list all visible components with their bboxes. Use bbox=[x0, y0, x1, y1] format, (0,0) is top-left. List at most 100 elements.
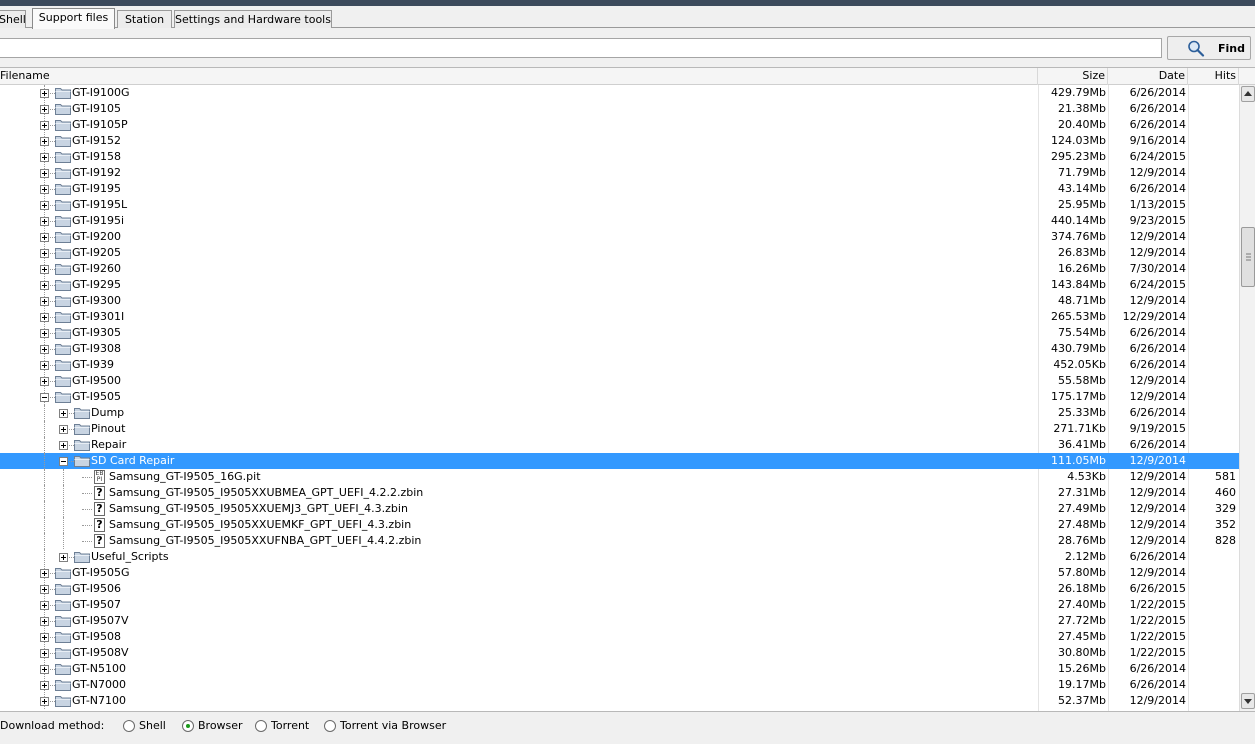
expand-icon[interactable] bbox=[40, 169, 49, 178]
tab-station[interactable]: Station bbox=[117, 10, 172, 28]
expand-icon[interactable] bbox=[40, 361, 49, 370]
expand-icon[interactable] bbox=[40, 633, 49, 642]
tree-row[interactable]: GT-I9505 175.17Mb 12/9/2014 bbox=[0, 389, 1239, 405]
tree-row[interactable]: GT-I9195L 25.95Mb 1/13/2015 bbox=[0, 197, 1239, 213]
expand-icon[interactable] bbox=[59, 425, 68, 434]
tab-shell[interactable]: Shell bbox=[0, 10, 26, 28]
tree-row[interactable]: ? Samsung_GT-I9505_I9505XXUFNBA_GPT_UEFI_… bbox=[0, 533, 1239, 549]
expand-icon[interactable] bbox=[40, 249, 49, 258]
tree-row[interactable]: GT-I9195i 440.14Mb 9/23/2015 bbox=[0, 213, 1239, 229]
expand-icon[interactable] bbox=[40, 89, 49, 98]
expand-icon[interactable] bbox=[40, 121, 49, 130]
tree-row[interactable]: GT-I9305 75.54Mb 6/26/2014 bbox=[0, 325, 1239, 341]
tree-row[interactable]: GT-I9507 27.40Mb 1/22/2015 bbox=[0, 597, 1239, 613]
tree-row[interactable]: Repair 36.41Mb 6/26/2014 bbox=[0, 437, 1239, 453]
tree-row[interactable]: EB PI Samsung_GT-I9505_16G.pit 4.53Kb 12/9/2… bbox=[0, 469, 1239, 485]
tree-row[interactable]: GT-I9205 26.83Mb 12/9/2014 bbox=[0, 245, 1239, 261]
row-filename: GT-I9308 bbox=[72, 342, 122, 355]
tree-row[interactable]: ? Samsung_GT-I9505_I9505XXUEMKF_GPT_UEFI_… bbox=[0, 517, 1239, 533]
search-input[interactable] bbox=[0, 38, 1162, 58]
collapse-icon[interactable] bbox=[40, 393, 49, 402]
column-header-filename[interactable]: Filename bbox=[0, 68, 1038, 85]
unknown-file-icon: ? bbox=[94, 502, 105, 516]
tree-row[interactable]: GT-I9105 21.38Mb 6/26/2014 bbox=[0, 101, 1239, 117]
expand-icon[interactable] bbox=[59, 409, 68, 418]
row-size: 30.80Mb bbox=[1058, 646, 1106, 659]
tree-row[interactable]: GT-I9192 71.79Mb 12/9/2014 bbox=[0, 165, 1239, 181]
tab-settings-hardware[interactable]: Settings and Hardware tools bbox=[174, 10, 332, 28]
expand-icon[interactable] bbox=[40, 233, 49, 242]
tree-row[interactable]: GT-I9195 43.14Mb 6/26/2014 bbox=[0, 181, 1239, 197]
tree-row[interactable]: GT-I9260 16.26Mb 7/30/2014 bbox=[0, 261, 1239, 277]
expand-icon[interactable] bbox=[40, 681, 49, 690]
column-header-date[interactable]: Date bbox=[1108, 68, 1188, 85]
tree-row[interactable]: GT-N7000 19.17Mb 6/26/2014 bbox=[0, 677, 1239, 693]
row-filename: GT-I9158 bbox=[72, 150, 122, 163]
tree-row[interactable]: ? Samsung_GT-I9505_I9505XXUBMEA_GPT_UEFI_… bbox=[0, 485, 1239, 501]
tree-row[interactable]: GT-I9505G 57.80Mb 12/9/2014 bbox=[0, 565, 1239, 581]
expand-icon[interactable] bbox=[40, 665, 49, 674]
tree-row[interactable]: GT-I9300 48.71Mb 12/9/2014 bbox=[0, 293, 1239, 309]
expand-icon[interactable] bbox=[40, 313, 49, 322]
tree-row[interactable]: GT-I939 452.05Kb 6/26/2014 bbox=[0, 357, 1239, 373]
find-button[interactable]: Find bbox=[1167, 36, 1251, 60]
tree-row[interactable]: GT-I9200 374.76Mb 12/9/2014 bbox=[0, 229, 1239, 245]
expand-icon[interactable] bbox=[40, 201, 49, 210]
tree-row[interactable]: SD Card Repair 111.05Mb 12/9/2014 bbox=[0, 453, 1239, 469]
column-header-hits[interactable]: Hits bbox=[1188, 68, 1239, 85]
expand-icon[interactable] bbox=[40, 697, 49, 706]
expand-icon[interactable] bbox=[40, 105, 49, 114]
expand-icon[interactable] bbox=[40, 601, 49, 610]
tree-row[interactable]: GT-N7100 52.37Mb 12/9/2014 bbox=[0, 693, 1239, 709]
expand-icon[interactable] bbox=[40, 281, 49, 290]
tree-row[interactable]: GT-I9100G 429.79Mb 6/26/2014 bbox=[0, 85, 1239, 101]
expand-icon[interactable] bbox=[40, 153, 49, 162]
expand-icon[interactable] bbox=[40, 569, 49, 578]
tree-row[interactable]: ? Samsung_GT-I9505_I9505XXUEMJ3_GPT_UEFI_… bbox=[0, 501, 1239, 517]
tree-row[interactable]: GT-I9158 295.23Mb 6/24/2015 bbox=[0, 149, 1239, 165]
tree-row[interactable]: GT-I9508V 30.80Mb 1/22/2015 bbox=[0, 645, 1239, 661]
expand-icon[interactable] bbox=[40, 297, 49, 306]
row-hits: 460 bbox=[1215, 486, 1236, 499]
tree-row[interactable]: GT-I9105P 20.40Mb 6/26/2014 bbox=[0, 117, 1239, 133]
column-header-size[interactable]: Size bbox=[1038, 68, 1108, 85]
tree-row[interactable]: Dump 25.33Mb 6/26/2014 bbox=[0, 405, 1239, 421]
expand-icon[interactable] bbox=[40, 649, 49, 658]
tree-row[interactable]: GT-I9152 124.03Mb 9/16/2014 bbox=[0, 133, 1239, 149]
vertical-scrollbar[interactable] bbox=[1239, 85, 1255, 711]
tree-row[interactable]: GT-I9506 26.18Mb 6/26/2015 bbox=[0, 581, 1239, 597]
tree-row[interactable]: GT-I9295 143.84Mb 6/24/2015 bbox=[0, 277, 1239, 293]
row-date: 6/26/2014 bbox=[1129, 358, 1186, 371]
scroll-down-button[interactable] bbox=[1241, 693, 1255, 709]
tree-row[interactable]: GT-I9508 27.45Mb 1/22/2015 bbox=[0, 629, 1239, 645]
row-filename: GT-I9295 bbox=[72, 278, 122, 291]
expand-icon[interactable] bbox=[40, 217, 49, 226]
tree-guide-line bbox=[44, 485, 45, 501]
expand-icon[interactable] bbox=[40, 585, 49, 594]
tree-row[interactable]: Pinout 271.71Kb 9/19/2015 bbox=[0, 421, 1239, 437]
tree-row[interactable]: GT-I9507V 27.72Mb 1/22/2015 bbox=[0, 613, 1239, 629]
tree-row[interactable]: GT-I9308 430.79Mb 6/26/2014 bbox=[0, 341, 1239, 357]
tree-row[interactable]: GT-N5100 15.26Mb 6/26/2014 bbox=[0, 661, 1239, 677]
scroll-up-button[interactable] bbox=[1241, 86, 1255, 102]
expand-icon[interactable] bbox=[40, 265, 49, 274]
expand-icon[interactable] bbox=[40, 345, 49, 354]
tree-row[interactable]: GT-I9500 55.58Mb 12/9/2014 bbox=[0, 373, 1239, 389]
tree-guide-line bbox=[82, 477, 92, 478]
expand-icon[interactable] bbox=[40, 329, 49, 338]
expand-icon[interactable] bbox=[40, 137, 49, 146]
row-filename: Useful_Scripts bbox=[91, 550, 169, 563]
row-size: 25.95Mb bbox=[1058, 198, 1106, 211]
expand-icon[interactable] bbox=[59, 553, 68, 562]
tree-row[interactable]: Useful_Scripts 2.12Mb 6/26/2014 bbox=[0, 549, 1239, 565]
expand-icon[interactable] bbox=[40, 185, 49, 194]
row-date: 6/26/2014 bbox=[1129, 86, 1186, 99]
collapse-icon[interactable] bbox=[59, 457, 68, 466]
tab-support-files[interactable]: Support files bbox=[32, 8, 115, 29]
expand-icon[interactable] bbox=[59, 441, 68, 450]
expand-icon[interactable] bbox=[40, 617, 49, 626]
row-filename: Samsung_GT-I9505_I9505XXUFNBA_GPT_UEFI_4… bbox=[109, 534, 422, 547]
tree-row[interactable]: GT-I9301I 265.53Mb 12/29/2014 bbox=[0, 309, 1239, 325]
expand-icon[interactable] bbox=[40, 377, 49, 386]
scroll-thumb[interactable] bbox=[1241, 227, 1255, 287]
